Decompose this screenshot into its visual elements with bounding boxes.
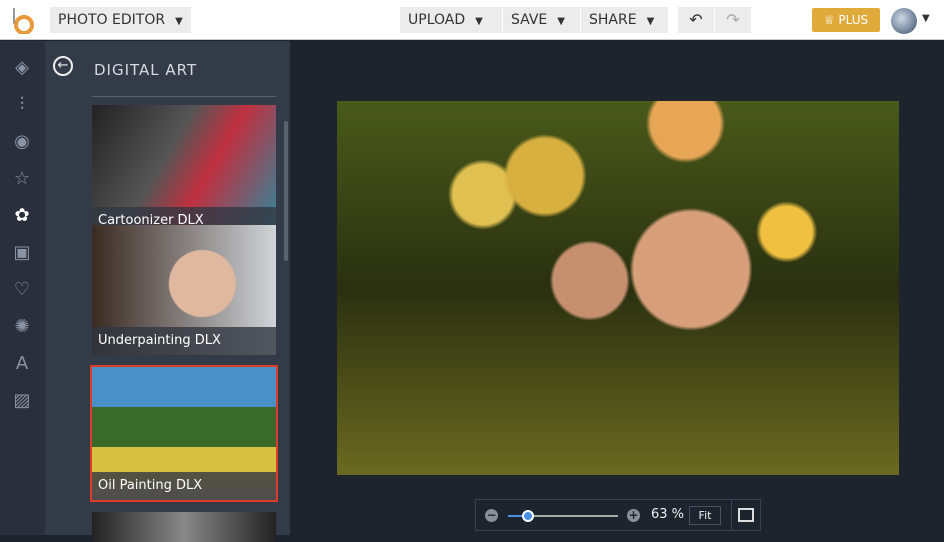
- zoom-slider[interactable]: [508, 510, 618, 522]
- canvas-photo[interactable]: [337, 101, 899, 475]
- effect-next[interactable]: [92, 512, 276, 542]
- divider: [731, 500, 732, 530]
- zoom-controls: − + 63 % Fit: [475, 499, 761, 531]
- badge-icon[interactable]: ✺: [12, 317, 32, 337]
- redo-icon: ↷: [726, 10, 740, 29]
- undo-icon: ↶: [689, 10, 703, 29]
- panel-title: DIGITAL ART: [94, 61, 198, 79]
- save-button[interactable]: SAVE ▼: [503, 7, 580, 33]
- digital-art-panel: ← DIGITAL ART Cartoonizer DLX Underpaint…: [45, 41, 290, 542]
- effect-oil-painting-dlx[interactable]: Oil Painting DLX: [90, 365, 278, 502]
- app-logo[interactable]: [12, 8, 34, 34]
- effect-underpainting-dlx[interactable]: Underpainting DLX: [92, 225, 276, 355]
- zoom-slider-knob[interactable]: [521, 510, 534, 522]
- top-bar: PHOTO EDITOR ▼ UPLOAD ▼ SAVE ▼ SHARE ▼ ↶ ↷ ♕…: [0, 0, 944, 40]
- effect-cartoonizer-dlx[interactable]: Cartoonizer DLX: [92, 105, 276, 235]
- divider: [92, 96, 276, 97]
- redo-button[interactable]: ↷: [715, 7, 751, 33]
- caret-down-icon[interactable]: ▼: [922, 13, 930, 24]
- caret-down-icon: ▼: [646, 16, 655, 27]
- caret-down-icon: ▼: [475, 16, 483, 27]
- plus-label: PLUS: [838, 13, 869, 27]
- share-label: SHARE: [589, 12, 637, 28]
- fit-button[interactable]: Fit: [689, 506, 721, 525]
- fullscreen-icon[interactable]: [738, 508, 754, 522]
- share-button[interactable]: SHARE ▼: [581, 7, 668, 33]
- undo-button[interactable]: ↶: [678, 7, 714, 33]
- save-label: SAVE: [511, 12, 548, 28]
- caret-down-icon: ▼: [557, 16, 565, 27]
- adjust-icon[interactable]: ⫶: [12, 95, 32, 115]
- plus-button[interactable]: ♕ PLUS: [812, 8, 880, 32]
- scrollbar[interactable]: [284, 121, 288, 261]
- texture-icon[interactable]: ▨: [12, 391, 32, 411]
- star-icon[interactable]: ☆: [12, 169, 32, 189]
- effect-label: Oil Painting DLX: [92, 472, 276, 500]
- effect-thumbnail: [92, 512, 276, 542]
- zoom-in-icon[interactable]: +: [627, 509, 640, 522]
- photo-editor-menu[interactable]: PHOTO EDITOR ▼: [50, 7, 191, 33]
- upload-button[interactable]: UPLOAD ▼: [400, 7, 502, 33]
- heart-icon[interactable]: ♡: [12, 280, 32, 300]
- caret-down-icon: ▼: [175, 16, 183, 27]
- effect-label: Underpainting DLX: [92, 327, 276, 355]
- effects-icon[interactable]: ✿: [12, 206, 32, 226]
- tool-rail: ◈ ⫶ ◉ ☆ ✿ ▣ ♡ ✺ A ▨: [0, 41, 45, 535]
- avatar[interactable]: [891, 8, 917, 34]
- zoom-out-icon[interactable]: −: [485, 509, 498, 522]
- zoom-value: 63 %: [651, 507, 685, 522]
- frame-icon[interactable]: ▣: [12, 243, 32, 263]
- plus-badge-icon: ♕: [823, 13, 839, 27]
- eye-icon[interactable]: ◉: [12, 132, 32, 152]
- back-icon[interactable]: ←: [53, 56, 73, 76]
- upload-label: UPLOAD: [408, 12, 466, 28]
- text-icon[interactable]: A: [12, 354, 32, 374]
- photo-editor-label: PHOTO EDITOR: [58, 12, 166, 28]
- layers-icon[interactable]: ◈: [12, 58, 32, 78]
